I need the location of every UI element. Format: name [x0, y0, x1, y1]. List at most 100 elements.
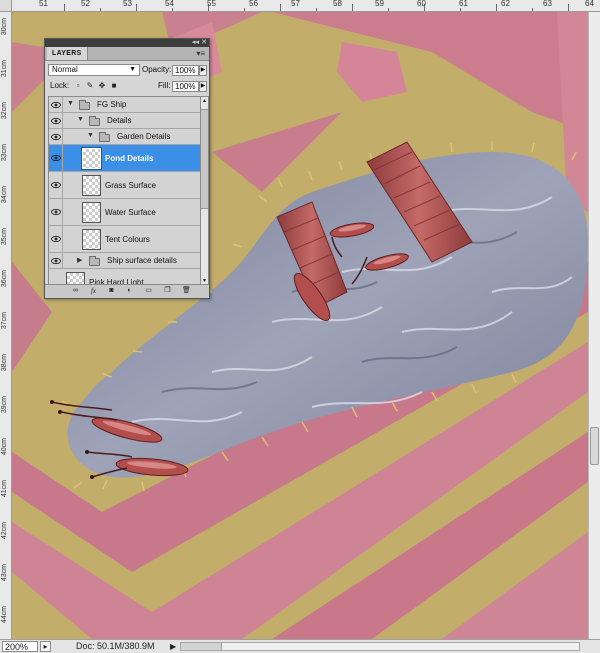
- expand-triangle-icon[interactable]: ▼: [67, 100, 74, 107]
- new-layer-icon[interactable]: ❐: [163, 287, 172, 295]
- ruler-corner[interactable]: [0, 0, 12, 12]
- folder-icon[interactable]: ▭: [144, 287, 153, 295]
- layer-row-garden-details[interactable]: ▼ Garden Details: [49, 129, 200, 145]
- visibility-eye-icon[interactable]: [49, 97, 63, 112]
- ruler-tick-label: 59: [375, 0, 384, 8]
- fill-field[interactable]: 100%: [172, 81, 199, 92]
- layer-list-scrollbar[interactable]: ▲ ▼: [200, 96, 209, 286]
- vertical-ruler[interactable]: 30cm 31cm 32cm 33cm 34cm 35cm 36cm 37cm …: [0, 12, 12, 639]
- layers-panel: ◂◂ ✕ LAYERS ▾≡ Normal ▼ Opacity: 100% ▶ …: [44, 38, 210, 299]
- ruler-tick-label: 33cm: [1, 144, 8, 162]
- layers-panel-footer: ∞ fx ◙ ◐ ▭ ❐ 🗑: [45, 284, 209, 298]
- opacity-arrow-icon[interactable]: ▶: [199, 65, 207, 76]
- layer-row-ship-surface-details[interactable]: ▶ Ship surface details: [49, 253, 200, 269]
- ruler-tick-label: 34cm: [1, 186, 8, 204]
- panel-menu-icon[interactable]: ▾≡: [196, 48, 205, 59]
- visibility-eye-icon[interactable]: [49, 199, 63, 225]
- ruler-tick-label: 61: [459, 0, 468, 8]
- lock-transparent-icon[interactable]: ▫: [73, 81, 83, 91]
- ruler-tick-label: 30cm: [1, 18, 8, 36]
- folder-icon: [79, 100, 90, 110]
- collapse-icon[interactable]: ◂◂: [192, 39, 199, 47]
- close-icon[interactable]: ✕: [201, 39, 207, 47]
- ruler-tick-label: 42cm: [1, 522, 8, 540]
- zoom-level-field[interactable]: 200%: [2, 641, 38, 652]
- layer-name: Ship surface details: [107, 256, 177, 265]
- adjustment-icon[interactable]: ◐: [125, 287, 134, 295]
- layer-thumbnail: [81, 147, 102, 170]
- ruler-ticks: [64, 4, 569, 11]
- layer-row-tent-colours[interactable]: Tent Colours: [49, 226, 200, 253]
- layer-thumbnail: [82, 229, 101, 250]
- layer-row-grass-surface[interactable]: Grass Surface: [49, 172, 200, 199]
- layer-thumbnail: [82, 202, 101, 223]
- horizontal-scrollbar-thumb[interactable]: [181, 643, 222, 650]
- visibility-eye-icon[interactable]: [49, 172, 63, 198]
- vertical-scrollbar-thumb[interactable]: [590, 427, 599, 465]
- horizontal-ruler[interactable]: 51 52 53 54 55 56 57 58 59 60 61 62 63 6…: [0, 0, 600, 12]
- ruler-tick-label: 58: [333, 0, 342, 8]
- panel-titlebar[interactable]: ◂◂ ✕: [45, 39, 209, 47]
- expand-triangle-icon[interactable]: ▼: [77, 116, 84, 123]
- blend-opacity-row: Normal ▼ Opacity: 100% ▶: [45, 61, 209, 78]
- horizontal-scrollbar[interactable]: [180, 642, 580, 651]
- document-size-info: Doc: 50.1M/380.9M: [76, 641, 155, 651]
- layer-row-water-surface[interactable]: Water Surface: [49, 199, 200, 226]
- opacity-field[interactable]: 100%: [172, 65, 199, 76]
- expand-triangle-icon[interactable]: ▼: [87, 132, 94, 139]
- layer-list-scrollbar-thumb[interactable]: [201, 109, 208, 209]
- folder-icon: [89, 116, 100, 126]
- ruler-tick-label: 37cm: [1, 312, 8, 330]
- layer-row-pond-details[interactable]: Pond Details: [49, 145, 200, 172]
- layer-name: Tent Colours: [105, 235, 150, 244]
- visibility-eye-icon[interactable]: [49, 113, 63, 128]
- ruler-tick-label: 39cm: [1, 396, 8, 414]
- ruler-tick-label: 32cm: [1, 102, 8, 120]
- layer-row-details[interactable]: ▼ Details: [49, 113, 200, 129]
- opacity-label: Opacity:: [142, 65, 172, 74]
- layer-row-fg-ship[interactable]: ▼ FG Ship: [49, 97, 200, 113]
- ruler-tick-label: 56: [249, 0, 258, 8]
- lock-fill-row: Lock: ▫ ✎ ✥ ■ Fill: 100% ▶: [45, 78, 209, 93]
- ruler-tick-label: 43cm: [1, 564, 8, 582]
- blend-mode-select[interactable]: Normal ▼: [48, 64, 140, 76]
- fill-arrow-icon[interactable]: ▶: [199, 81, 207, 92]
- chevron-down-icon: ▼: [129, 66, 136, 73]
- ruler-tick-label: 64: [585, 0, 594, 8]
- ruler-tick-label: 36cm: [1, 270, 8, 288]
- folder-icon: [99, 132, 110, 142]
- link-icon[interactable]: ∞: [71, 287, 80, 295]
- ruler-tick-label: 51: [39, 0, 48, 8]
- blend-mode-value: Normal: [52, 65, 78, 74]
- visibility-eye-icon[interactable]: [49, 226, 63, 252]
- fx-icon[interactable]: fx: [89, 287, 98, 295]
- ruler-tick-label: 40cm: [1, 438, 8, 456]
- ruler-tick-label: 53: [123, 0, 132, 8]
- collapse-triangle-icon[interactable]: ▶: [77, 256, 82, 264]
- ruler-tick-label: 41cm: [1, 480, 8, 498]
- mask-icon[interactable]: ◙: [107, 287, 116, 295]
- layer-list: ▼ FG Ship ▼ Details ▼ Garden Details Pon…: [48, 96, 200, 286]
- lock-position-icon[interactable]: ✥: [97, 81, 107, 91]
- layer-name: Water Surface: [105, 208, 156, 217]
- ruler-tick-label: 35cm: [1, 228, 8, 246]
- ruler-tick-label: 38cm: [1, 354, 8, 372]
- visibility-eye-icon[interactable]: [49, 253, 63, 268]
- ruler-tick-label: 44cm: [1, 606, 8, 624]
- trash-icon[interactable]: 🗑: [182, 287, 191, 295]
- status-info-icon[interactable]: ▸: [40, 641, 51, 652]
- status-bar: 200% ▸ Doc: 50.1M/380.9M ▶: [0, 639, 600, 653]
- ruler-tick-label: 57: [291, 0, 300, 8]
- folder-icon: [89, 256, 100, 266]
- lock-image-icon[interactable]: ✎: [85, 81, 95, 91]
- visibility-eye-icon[interactable]: [49, 145, 63, 171]
- ruler-tick-label: 63: [543, 0, 552, 8]
- status-menu-arrow-icon[interactable]: ▶: [170, 641, 176, 652]
- vertical-scrollbar[interactable]: [588, 12, 600, 639]
- ruler-tick-label: 31cm: [1, 60, 8, 78]
- lock-all-icon[interactable]: ■: [109, 81, 119, 91]
- tab-layers[interactable]: LAYERS: [47, 47, 88, 60]
- scroll-up-icon[interactable]: ▲: [201, 97, 208, 105]
- fill-label: Fill:: [158, 81, 171, 90]
- visibility-eye-icon[interactable]: [49, 129, 63, 144]
